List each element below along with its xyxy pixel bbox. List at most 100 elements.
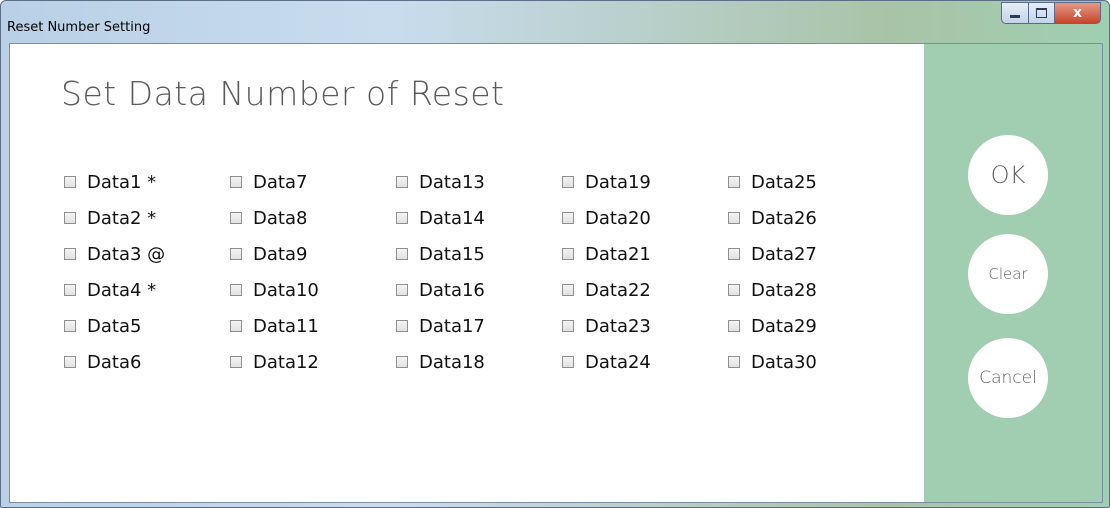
checkbox[interactable] — [562, 356, 574, 368]
checkbox[interactable] — [396, 356, 408, 368]
checkbox[interactable] — [64, 356, 76, 368]
checkbox[interactable] — [728, 248, 740, 260]
checkbox-label: Data20 — [585, 207, 651, 229]
checkbox-label: Data27 — [751, 243, 817, 265]
checkbox-label: Data17 — [419, 315, 485, 337]
data-checkbox-item[interactable]: Data21 — [562, 236, 728, 272]
checkbox[interactable] — [64, 212, 76, 224]
data-checkbox-item[interactable]: Data29 — [728, 308, 894, 344]
checkbox-label: Data2 * — [87, 207, 157, 229]
checkbox[interactable] — [230, 356, 242, 368]
data-checkbox-item[interactable]: Data15 — [396, 236, 562, 272]
minimize-icon — [1010, 14, 1020, 18]
checkbox[interactable] — [562, 212, 574, 224]
checkbox-label: Data12 — [253, 351, 319, 373]
checkbox-label: Data22 — [585, 279, 651, 301]
page-title: Set Data Number of Reset — [61, 74, 505, 113]
maximize-button[interactable] — [1029, 2, 1055, 24]
checkbox-label: Data4 * — [87, 279, 157, 301]
checkbox-label: Data15 — [419, 243, 485, 265]
checkbox[interactable] — [230, 176, 242, 188]
checkbox[interactable] — [64, 284, 76, 296]
checkbox-label: Data13 — [419, 171, 485, 193]
data-checkbox-item[interactable]: Data19 — [562, 164, 728, 200]
data-checkbox-item[interactable]: Data30 — [728, 344, 894, 380]
checkbox-label: Data1 * — [87, 171, 157, 193]
data-checkbox-item[interactable]: Data28 — [728, 272, 894, 308]
data-checkbox-item[interactable]: Data12 — [230, 344, 396, 380]
checkbox[interactable] — [64, 176, 76, 188]
checkbox-label: Data9 — [253, 243, 308, 265]
data-checkbox-item[interactable]: Data5 — [64, 308, 230, 344]
checkbox[interactable] — [728, 176, 740, 188]
data-checkbox-item[interactable]: Data2 * — [64, 200, 230, 236]
data-checkbox-item[interactable]: Data13 — [396, 164, 562, 200]
checkbox-label: Data24 — [585, 351, 651, 373]
data-checkbox-item[interactable]: Data10 — [230, 272, 396, 308]
checkbox[interactable] — [396, 320, 408, 332]
data-checkbox-item[interactable]: Data27 — [728, 236, 894, 272]
data-checkbox-item[interactable]: Data25 — [728, 164, 894, 200]
checkbox-label: Data30 — [751, 351, 817, 373]
checkbox[interactable] — [230, 212, 242, 224]
clear-button[interactable]: Clear — [968, 234, 1048, 314]
checkbox[interactable] — [728, 356, 740, 368]
data-checkbox-item[interactable]: Data11 — [230, 308, 396, 344]
minimize-button[interactable] — [1001, 2, 1029, 24]
cancel-button[interactable]: Cancel — [968, 338, 1048, 418]
data-checkbox-item[interactable]: Data16 — [396, 272, 562, 308]
data-checkbox-item[interactable]: Data18 — [396, 344, 562, 380]
checkbox[interactable] — [728, 212, 740, 224]
checkbox-label: Data8 — [253, 207, 308, 229]
close-button[interactable]: x — [1055, 2, 1101, 24]
checkbox-label: Data16 — [419, 279, 485, 301]
checkbox[interactable] — [230, 320, 242, 332]
data-checkbox-item[interactable]: Data17 — [396, 308, 562, 344]
dialog-client-area: Set Data Number of Reset Data1 * Data2 * D… — [9, 43, 1103, 503]
data-checkbox-item[interactable]: Data7 — [230, 164, 396, 200]
data-checkbox-item[interactable]: Data9 — [230, 236, 396, 272]
checkbox-label: Data29 — [751, 315, 817, 337]
checkbox[interactable] — [396, 248, 408, 260]
checkbox-grid: Data1 * Data2 * Data3 @ Data4 * Data5 Data6 Da… — [64, 164, 894, 380]
content-panel: Set Data Number of Reset Data1 * Data2 * D… — [10, 44, 924, 502]
checkbox[interactable] — [230, 248, 242, 260]
checkbox[interactable] — [64, 248, 76, 260]
checkbox[interactable] — [728, 320, 740, 332]
data-checkbox-item[interactable]: Data14 — [396, 200, 562, 236]
data-checkbox-item[interactable]: Data23 — [562, 308, 728, 344]
checkbox[interactable] — [562, 248, 574, 260]
window-title: Reset Number Setting — [7, 20, 151, 35]
data-checkbox-item[interactable]: Data24 — [562, 344, 728, 380]
data-checkbox-item[interactable]: Data8 — [230, 200, 396, 236]
checkbox[interactable] — [562, 284, 574, 296]
checkbox[interactable] — [396, 176, 408, 188]
ok-button[interactable]: OK — [968, 135, 1048, 215]
data-checkbox-item[interactable]: Data20 — [562, 200, 728, 236]
maximize-icon — [1036, 8, 1047, 18]
data-checkbox-item[interactable]: Data4 * — [64, 272, 230, 308]
checkbox[interactable] — [728, 284, 740, 296]
checkbox[interactable] — [230, 284, 242, 296]
checkbox[interactable] — [396, 212, 408, 224]
data-checkbox-item[interactable]: Data26 — [728, 200, 894, 236]
checkbox-label: Data21 — [585, 243, 651, 265]
checkbox[interactable] — [396, 284, 408, 296]
checkbox-label: Data3 @ — [87, 243, 166, 265]
data-checkbox-item[interactable]: Data22 — [562, 272, 728, 308]
checkbox-label: Data25 — [751, 171, 817, 193]
checkbox[interactable] — [64, 320, 76, 332]
data-checkbox-item[interactable]: Data1 * — [64, 164, 230, 200]
data-checkbox-item[interactable]: Data3 @ — [64, 236, 230, 272]
caption-buttons: x — [1001, 2, 1101, 26]
dialog-window: Reset Number Setting x Set Data Number o… — [0, 0, 1110, 508]
checkbox-label: Data7 — [253, 171, 308, 193]
checkbox-label: Data23 — [585, 315, 651, 337]
checkbox[interactable] — [562, 176, 574, 188]
close-icon: x — [1072, 5, 1083, 21]
checkbox-label: Data14 — [419, 207, 485, 229]
checkbox-label: Data19 — [585, 171, 651, 193]
checkbox[interactable] — [562, 320, 574, 332]
title-bar[interactable]: Reset Number Setting x — [1, 1, 1109, 43]
data-checkbox-item[interactable]: Data6 — [64, 344, 230, 380]
